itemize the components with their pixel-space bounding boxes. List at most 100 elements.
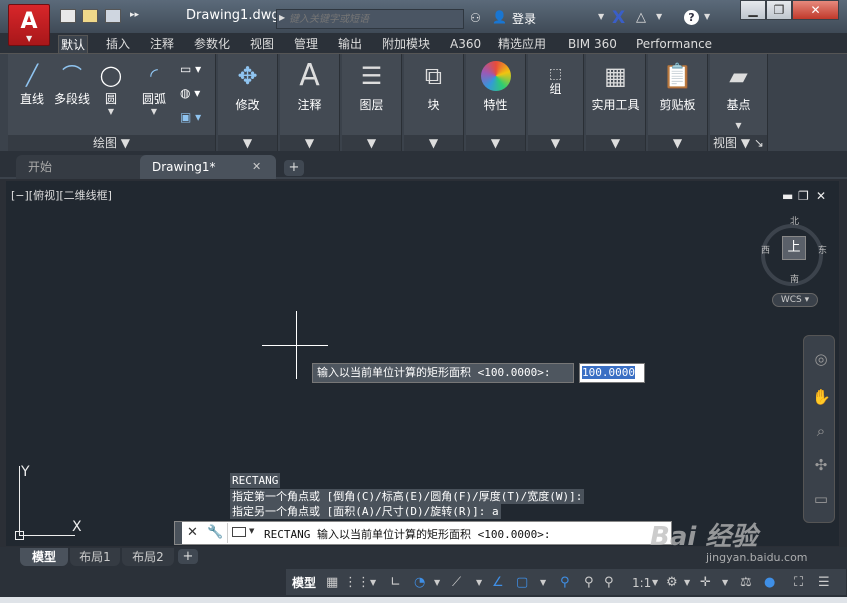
tab-a360[interactable]: A360 — [448, 35, 483, 53]
workspace-dropdown-icon[interactable]: ▼ — [684, 574, 690, 592]
polar-tracking-icon[interactable]: ◔ — [414, 574, 425, 592]
application-menu-button[interactable]: A ▼ — [8, 4, 50, 46]
close-button[interactable]: ✕ — [792, 0, 839, 20]
annotation-visibility-icon[interactable]: ⚲ — [560, 574, 570, 592]
viewport-restore-icon[interactable]: ❐ — [798, 189, 809, 203]
modify-panel[interactable]: ✥ 修改 ▼ — [218, 54, 278, 152]
polar-dropdown-icon[interactable]: ▼ — [434, 574, 440, 592]
tab-insert[interactable]: 插入 — [104, 35, 132, 53]
circle-tool[interactable]: ◯ 圆 ▼ — [94, 60, 128, 116]
scale-dropdown-icon[interactable]: ▼ — [652, 574, 658, 592]
tab-parametric[interactable]: 参数化 — [192, 35, 232, 53]
auto-scale-icon[interactable]: ⚲ — [584, 574, 594, 592]
viewport-close-icon[interactable]: ✕ — [816, 189, 826, 203]
properties-panel[interactable]: 特性 ▼ — [466, 54, 526, 152]
command-line-close-icon[interactable]: ✕ — [187, 525, 198, 540]
steering-wheel-icon[interactable]: ◎ — [812, 350, 830, 368]
compass-east[interactable]: 东 — [818, 243, 827, 256]
rectangle-icon[interactable]: ▭ ▾ — [180, 62, 201, 76]
compass-south[interactable]: 南 — [790, 272, 799, 285]
pan-hand-icon[interactable]: ✋ — [812, 388, 831, 406]
tab-bim360[interactable]: BIM 360 — [566, 35, 619, 53]
new-layout-button[interactable]: + — [178, 549, 198, 564]
group-panel[interactable]: ⬚ 组 ▼ — [528, 54, 584, 152]
restore-button[interactable]: ❐ — [766, 0, 792, 20]
arc-dropdown-icon[interactable]: ▼ — [134, 107, 174, 116]
clipboard-panel-dropdown-icon[interactable]: ▼ — [648, 135, 707, 152]
circle-dropdown-icon[interactable]: ▼ — [94, 107, 128, 116]
search-input[interactable] — [289, 12, 461, 27]
viewport-minimize-icon[interactable]: ▬ — [782, 189, 793, 203]
object-snap-icon[interactable]: ▢ — [516, 574, 528, 592]
tab-start[interactable]: 开始 — [16, 155, 150, 179]
boundary-icon[interactable]: ▣ ▾ — [180, 110, 201, 124]
compass-west[interactable]: 西 — [761, 243, 770, 256]
view-panel-title[interactable]: 视图 ▼ ↘ — [710, 135, 767, 152]
search-expand-icon[interactable]: ▶ — [279, 13, 285, 22]
viewport-controls[interactable]: [−][俯视][二维线框] — [11, 187, 112, 203]
tab-home[interactable]: 默认 — [58, 35, 89, 53]
command-input[interactable]: ▼ RECTANG 输入以当前单位计算的矩形面积 <100.0000>: — [227, 523, 671, 543]
utilities-panel[interactable]: ▦ 实用工具 ▼ — [586, 54, 646, 152]
viewcube-top-face[interactable]: 上 — [782, 236, 806, 260]
group-panel-dropdown-icon[interactable]: ▼ — [528, 135, 583, 152]
units-dropdown-icon[interactable]: ▼ — [722, 574, 728, 592]
annotation-panel[interactable]: A 注释 ▼ — [280, 54, 340, 152]
basepoint-dropdown-icon[interactable]: ▼ — [735, 121, 741, 130]
quick-properties-icon[interactable]: ⚖ — [740, 574, 752, 592]
annotation-panel-dropdown-icon[interactable]: ▼ — [280, 135, 339, 152]
annotation-monitor-icon[interactable]: ✛ — [700, 574, 711, 592]
tab-annotate[interactable]: 注释 — [148, 35, 176, 53]
tab-close-icon[interactable]: ✕ — [252, 160, 261, 173]
clean-screen-icon[interactable]: ⛶ — [794, 574, 803, 592]
autodesk-app-icon[interactable]: △ — [636, 10, 646, 25]
workspace-gear-icon[interactable]: ⚙ — [666, 574, 678, 592]
customization-menu-icon[interactable]: ☰ — [818, 574, 830, 592]
annotation-scale-icon[interactable]: ⚲ — [604, 574, 614, 592]
help-dropdown-icon[interactable]: ▼ — [704, 12, 710, 21]
more-tools-icon[interactable]: ▸▸ — [130, 10, 139, 20]
binoculars-icon[interactable]: ⚇ — [470, 11, 481, 25]
showmotion-icon[interactable]: ▭ — [812, 490, 830, 508]
isodraft-icon[interactable]: ⟋ — [452, 574, 461, 592]
properties-panel-dropdown-icon[interactable]: ▼ — [466, 135, 525, 152]
isodraft-dropdown-icon[interactable]: ▼ — [476, 574, 482, 592]
tab-view[interactable]: 视图 — [248, 35, 276, 53]
new-tab-button[interactable]: + — [284, 160, 304, 176]
snap-icon[interactable]: ⋮⋮ — [344, 574, 370, 592]
snap-dropdown-icon[interactable]: ▼ — [370, 574, 376, 592]
tab-layout2[interactable]: 布局2 — [122, 548, 174, 566]
tab-featured-apps[interactable]: 精选应用 — [496, 35, 548, 53]
new-file-icon[interactable] — [60, 9, 76, 23]
customize-wrench-icon[interactable]: 🔧 — [207, 525, 223, 540]
layers-panel[interactable]: ☰ 图层 ▼ — [342, 54, 402, 152]
help-icon[interactable]: ? — [684, 10, 699, 25]
orbit-icon[interactable]: ✣ — [812, 456, 830, 474]
basepoint-icon[interactable]: ▰ — [723, 60, 755, 92]
tab-output[interactable]: 输出 — [336, 35, 364, 53]
minimize-button[interactable]: ▁ — [740, 0, 766, 20]
annotation-scale-value[interactable]: 1:1 — [632, 574, 651, 592]
block-panel-dropdown-icon[interactable]: ▼ — [404, 135, 463, 152]
layers-panel-dropdown-icon[interactable]: ▼ — [342, 135, 401, 152]
tab-model[interactable]: 模型 — [20, 548, 68, 566]
block-panel[interactable]: ⧉ 块 ▼ — [404, 54, 464, 152]
open-file-icon[interactable] — [82, 9, 98, 23]
exchange-icon[interactable]: X — [612, 8, 625, 28]
login-dropdown-icon[interactable]: ▼ — [598, 12, 604, 21]
search-box[interactable]: ▶ — [276, 9, 464, 29]
grid-icon[interactable]: ▦ — [326, 574, 338, 592]
save-icon[interactable] — [105, 9, 121, 23]
zoom-extents-icon[interactable]: ⌕ — [812, 422, 830, 440]
command-line-grip[interactable] — [175, 522, 182, 544]
draw-panel-title[interactable]: 绘图 ▼ — [8, 135, 215, 152]
compass-north[interactable]: 北 — [790, 214, 799, 227]
isolate-objects-icon[interactable]: ● — [764, 574, 775, 592]
tab-addins[interactable]: 附加模块 — [380, 35, 432, 53]
tab-performance[interactable]: Performance — [634, 35, 714, 53]
recent-commands-icon[interactable] — [232, 527, 246, 537]
drawing-canvas[interactable]: [−][俯视][二维线框] ▬ ❐ ✕ 上 北 南 东 西 WCS ▾ ◎ ✋ … — [6, 181, 839, 546]
osnap-dropdown-icon[interactable]: ▼ — [540, 574, 546, 592]
login-link[interactable]: 登录 — [512, 10, 536, 27]
tab-manage[interactable]: 管理 — [292, 35, 320, 53]
